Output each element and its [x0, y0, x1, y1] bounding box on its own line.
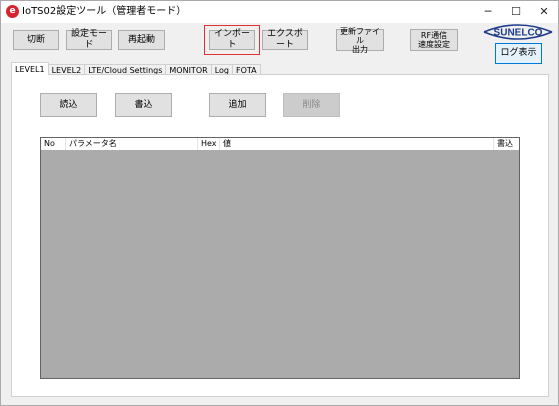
tab-level1[interactable]: LEVEL1: [11, 62, 49, 75]
write-button[interactable]: 書込: [115, 93, 172, 117]
app-window: e IoTS02設定ツール（管理者モード） ─ ☐ ✕ 切断 設定モード 再起動…: [0, 0, 559, 406]
update-file-output-button[interactable]: 更新ファイル 出力: [336, 27, 384, 54]
app-icon: e: [6, 5, 19, 18]
column-header-hex[interactable]: Hex: [198, 138, 220, 150]
disconnect-button[interactable]: 切断: [13, 30, 59, 50]
window-title: IoTS02設定ツール（管理者モード）: [22, 6, 187, 17]
column-header-value[interactable]: 値: [220, 138, 494, 150]
close-button[interactable]: ✕: [530, 1, 558, 23]
maximize-button[interactable]: ☐: [502, 1, 530, 23]
import-button[interactable]: インポート: [204, 25, 260, 55]
column-header-write[interactable]: 書込: [494, 138, 519, 150]
column-header-no[interactable]: No: [41, 138, 66, 150]
rf-speed-setting-button[interactable]: RF通信 速度設定: [410, 29, 458, 51]
column-header-param-name[interactable]: パラメータ名: [66, 138, 198, 150]
read-button[interactable]: 読込: [40, 93, 97, 117]
parameter-table[interactable]: No パラメータ名 Hex 値 書込: [40, 137, 520, 379]
table-header: No パラメータ名 Hex 値 書込: [41, 138, 519, 150]
settings-mode-button[interactable]: 設定モード: [66, 29, 112, 50]
title-bar: e IoTS02設定ツール（管理者モード） ─ ☐ ✕: [1, 1, 558, 23]
logo-text: SUNELCO: [494, 28, 543, 39]
add-button[interactable]: 追加: [209, 93, 266, 117]
restart-button[interactable]: 再起動: [118, 30, 165, 50]
log-display-button[interactable]: ログ表示: [495, 43, 542, 64]
sunelco-logo: SUNELCO: [483, 24, 553, 40]
delete-button[interactable]: 削除: [283, 93, 340, 117]
minimize-button[interactable]: ─: [474, 1, 502, 23]
export-button[interactable]: エクスポート: [262, 29, 308, 50]
